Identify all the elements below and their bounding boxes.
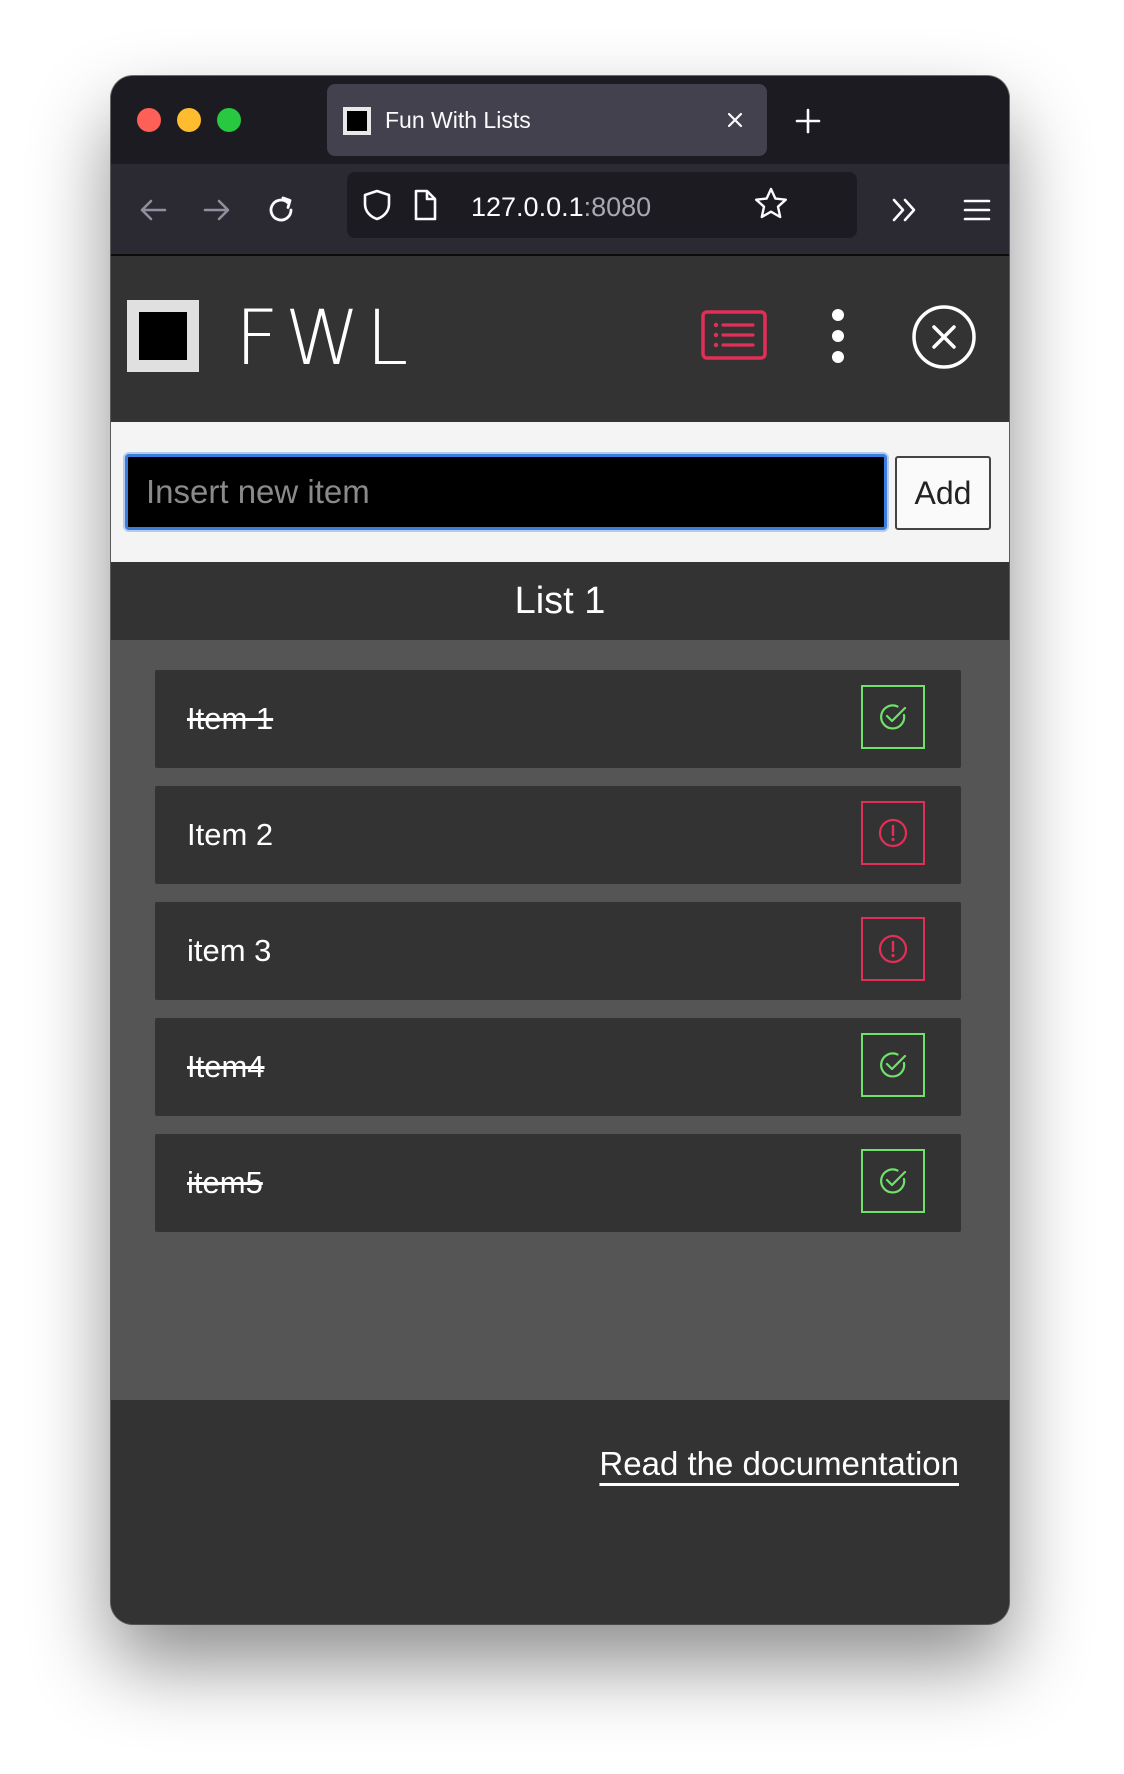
close-window-button[interactable] [137, 108, 161, 132]
app-brand: FWL [235, 293, 415, 382]
list-icon[interactable] [701, 310, 767, 360]
new-tab-icon[interactable] [793, 106, 823, 136]
minimize-window-button[interactable] [177, 108, 201, 132]
toggle-status-button[interactable] [861, 685, 925, 749]
item-text: item 3 [187, 933, 272, 968]
overflow-chevrons-icon[interactable] [887, 192, 923, 228]
documentation-link[interactable]: Read the documentation [599, 1444, 959, 1484]
check-circle-icon [880, 704, 907, 730]
back-arrow-icon[interactable] [135, 192, 171, 228]
list-area: Item 1 Item 2 item 3 Item4 item5 [111, 640, 1009, 1400]
tab-title: Fun With Lists [385, 107, 531, 133]
close-circle-icon[interactable] [911, 304, 977, 370]
list-title-bar: List 1 [111, 562, 1009, 640]
app-header: FWL [111, 256, 1009, 422]
toggle-status-button[interactable] [861, 1033, 925, 1097]
item-text: Item 2 [187, 817, 274, 852]
maximize-window-button[interactable] [217, 108, 241, 132]
navigation-toolbar: 127.0.0.1:8080 [111, 164, 1009, 256]
footer: Read the documentation [111, 1400, 1009, 1624]
url-host: 127.0.0.1 [471, 192, 584, 222]
item-text: item5 [187, 1165, 263, 1200]
tab-close-icon[interactable] [721, 106, 749, 134]
favicon-icon [343, 107, 371, 135]
alert-circle-icon [878, 818, 908, 848]
new-item-form: Add [111, 422, 1009, 562]
hamburger-menu-icon[interactable] [959, 192, 995, 228]
list-item[interactable]: Item 2 [155, 786, 961, 884]
tab-bar: Fun With Lists [111, 76, 1009, 164]
shield-icon[interactable] [361, 188, 393, 222]
list-item[interactable]: Item4 [155, 1018, 961, 1116]
list-item[interactable]: Item 1 [155, 670, 961, 768]
reload-icon[interactable] [263, 192, 299, 228]
url-port: :8080 [583, 192, 652, 222]
toggle-status-button[interactable] [861, 917, 925, 981]
address-bar[interactable]: 127.0.0.1:8080 [347, 172, 857, 238]
item-text: Item4 [187, 1049, 265, 1084]
check-circle-icon [880, 1168, 907, 1194]
browser-tab[interactable]: Fun With Lists [327, 84, 767, 156]
list-item[interactable]: item5 [155, 1134, 961, 1232]
browser-window: Fun With Lists 127.0.0.1:8080 FWL Insert… [111, 76, 1009, 1624]
toggle-status-button[interactable] [861, 801, 925, 865]
page-icon[interactable] [411, 188, 439, 222]
check-circle-icon [880, 1052, 907, 1078]
forward-arrow-icon[interactable] [199, 192, 235, 228]
list-item[interactable]: item 3 [155, 902, 961, 1000]
list-title: List 1 [514, 580, 606, 622]
new-item-input[interactable] [125, 454, 887, 530]
url-text[interactable]: 127.0.0.1:8080 [471, 192, 651, 222]
kebab-menu-icon[interactable] [827, 308, 849, 364]
toggle-status-button[interactable] [861, 1149, 925, 1213]
alert-circle-icon [878, 934, 908, 964]
bookmark-star-icon[interactable] [753, 186, 789, 222]
add-button[interactable]: Add [895, 456, 991, 530]
item-text: Item 1 [187, 701, 274, 736]
logo-icon [127, 300, 199, 372]
